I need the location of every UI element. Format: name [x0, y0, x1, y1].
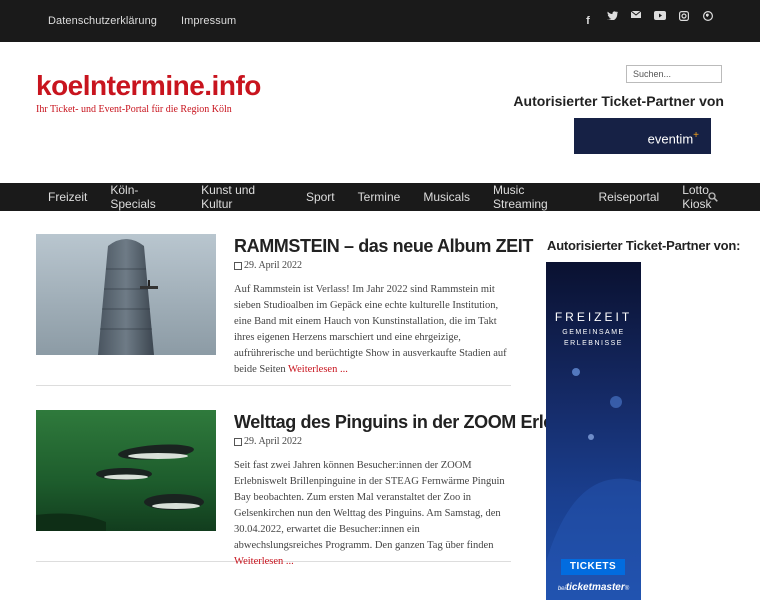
globe-icon[interactable] — [696, 11, 720, 31]
post-excerpt: Seit fast zwei Jahren können Besucher:in… — [234, 458, 509, 570]
post-pinguin: Welttag des Pinguins in der ZOOM Erlebni… — [36, 410, 622, 567]
banner-subtitle-line2: ERLEBNISSE — [564, 340, 623, 347]
post-date: 29. April 2022 — [234, 260, 302, 271]
calendar-icon — [234, 261, 242, 270]
nav-item-termine[interactable]: Termine — [358, 190, 401, 204]
post-date: 29. April 2022 — [234, 436, 302, 447]
banner-subtitle-line1: GEMEINSAME — [562, 329, 625, 336]
tickets-button[interactable]: TICKETS — [561, 559, 625, 575]
instagram-icon[interactable] — [672, 11, 696, 31]
ticketmaster-logo: beiticketmaster® — [546, 582, 641, 593]
nav-item-musicals[interactable]: Musicals — [423, 190, 470, 204]
post-title[interactable]: RAMMSTEIN – das neue Album ZEIT — [234, 236, 533, 256]
partner-heading: Autorisierter Ticket-Partner von — [513, 93, 724, 109]
social-links: f — [576, 0, 720, 42]
search-input[interactable]: Suchen... — [626, 65, 722, 83]
sidebar-heading: Autorisierter Ticket-Partner von: — [547, 238, 741, 253]
eventim-logo[interactable]: eventim+ — [574, 118, 711, 154]
post-excerpt: Auf Rammstein ist Verlass! Im Jahr 2022 … — [234, 282, 509, 378]
read-more-link[interactable]: Weiterlesen ... — [234, 556, 294, 567]
post-date-text: 29. April 2022 — [244, 436, 303, 447]
nav-item-koeln-specials[interactable]: Köln-Specials — [110, 183, 178, 211]
post-date-text: 29. April 2022 — [244, 260, 303, 271]
nav-item-music-streaming[interactable]: Music Streaming — [493, 183, 575, 211]
eventim-logo-text: eventim — [647, 131, 694, 147]
nav-item-kunst-und-kultur[interactable]: Kunst und Kultur — [201, 183, 283, 211]
post-excerpt-text: Auf Rammstein ist Verlass! Im Jahr 2022 … — [234, 284, 507, 375]
topnav-link-datenschutz[interactable]: Datenschutzerklärung — [48, 15, 157, 27]
topnav-link-impressum[interactable]: Impressum — [181, 15, 236, 27]
ticketmaster-brand: ticketmaster — [565, 582, 625, 593]
top-bar: Datenschutzerklärung Impressum f — [0, 0, 760, 42]
read-more-link[interactable]: Weiterlesen ... — [288, 364, 348, 375]
banner-subtitle: GEMEINSAME ERLEBNISSE — [546, 327, 641, 349]
nav-item-reiseportal[interactable]: Reiseportal — [599, 190, 660, 204]
facebook-icon[interactable]: f — [576, 11, 600, 31]
search-icon[interactable] — [708, 192, 718, 202]
top-nav: Datenschutzerklärung Impressum — [48, 0, 260, 42]
post-rammstein: RAMMSTEIN – das neue Album ZEIT 29. Apri… — [36, 234, 533, 386]
twitter-icon[interactable] — [600, 11, 624, 31]
banner-title: FREIZEIT — [554, 310, 633, 324]
nav-item-freizeit[interactable]: Freizeit — [48, 190, 87, 204]
post-image-penguins[interactable] — [36, 410, 216, 531]
ticketmaster-by: bei — [557, 586, 566, 592]
calendar-icon — [234, 437, 242, 446]
youtube-icon[interactable] — [648, 11, 672, 31]
mail-icon[interactable] — [624, 11, 648, 31]
site-logo[interactable]: koelntermine.info — [36, 70, 261, 102]
ticketmaster-reg: ® — [624, 586, 630, 592]
ticketmaster-banner[interactable]: FREIZEIT GEMEINSAME ERLEBNISSE TICKETS be… — [546, 262, 641, 600]
post-image-tower[interactable] — [36, 234, 216, 355]
post-excerpt-text: Seit fast zwei Jahren können Besucher:in… — [234, 460, 505, 551]
eventim-plus-mark: + — [693, 130, 699, 141]
site-tagline: Ihr Ticket- und Event-Portal für die Reg… — [36, 104, 232, 115]
main-nav: Freizeit Köln-Specials Kunst und Kultur … — [0, 183, 760, 211]
nav-item-sport[interactable]: Sport — [306, 190, 335, 204]
